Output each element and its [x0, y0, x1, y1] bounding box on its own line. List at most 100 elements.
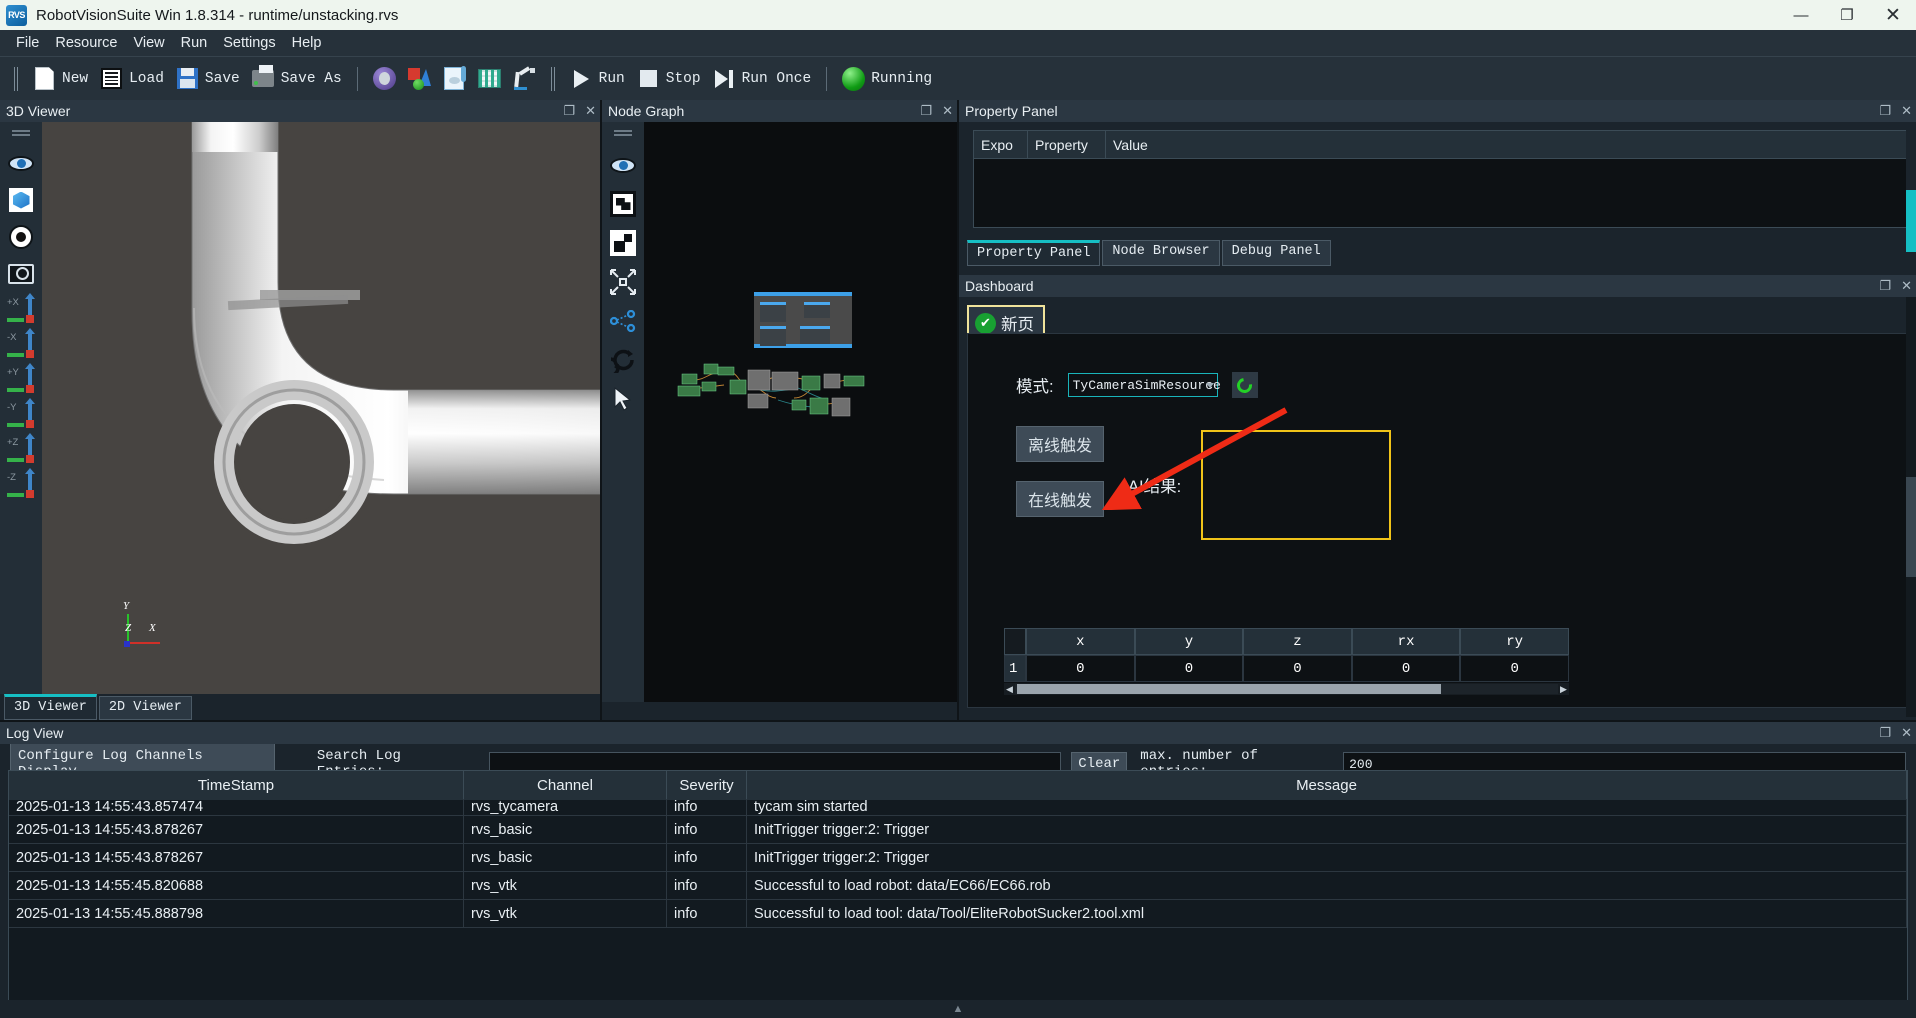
menu-settings[interactable]: Settings: [215, 33, 283, 53]
inspect-button[interactable]: [367, 60, 402, 98]
run-once-button[interactable]: Run Once: [707, 60, 818, 98]
ai-result-box[interactable]: [1201, 430, 1392, 540]
stop-button[interactable]: Stop: [631, 60, 707, 98]
save-button[interactable]: Save: [170, 60, 246, 98]
nodegraph-cursor-icon[interactable]: [609, 385, 637, 413]
viewer3d-canvas[interactable]: Y X Z: [42, 122, 600, 694]
property-col-property[interactable]: Property: [1028, 131, 1106, 159]
view-minus-z-icon[interactable]: -Z: [6, 468, 36, 498]
panel-property-close-icon[interactable]: ✕: [1901, 103, 1912, 119]
viewer3d-toolbar-grip[interactable]: [12, 130, 30, 136]
offline-trigger-button[interactable]: 离线触发: [1016, 426, 1105, 462]
panel-log-restore-icon[interactable]: ❐: [1879, 725, 1891, 741]
menu-view[interactable]: View: [125, 33, 172, 53]
tab-property-panel[interactable]: Property Panel: [967, 240, 1101, 266]
nodegraph-group-icon[interactable]: [609, 229, 637, 257]
run-button[interactable]: Run: [564, 60, 631, 98]
nodegraph-select-icon[interactable]: [609, 190, 637, 218]
pose-scroll-track[interactable]: [1015, 684, 1558, 694]
tab-3d-viewer[interactable]: 3D Viewer: [4, 694, 97, 720]
view-plus-z-icon[interactable]: +Z: [6, 433, 36, 463]
table-row[interactable]: 2025-01-13 14:55:45.888798 rvs_vtk info …: [9, 900, 1907, 928]
pose-col-ry[interactable]: ry: [1460, 628, 1569, 655]
new-button[interactable]: New: [27, 60, 94, 98]
pose-col-x[interactable]: x: [1026, 628, 1135, 655]
pose-table[interactable]: x y z rx ry 1 0 0 0 0 0 ◀ ▶: [1004, 628, 1569, 695]
view-plus-y-icon[interactable]: +Y: [6, 363, 36, 393]
dashboard-scrollbar[interactable]: [1906, 297, 1916, 717]
log-col-message[interactable]: Message: [747, 771, 1907, 800]
panel-3d-close-icon[interactable]: ✕: [585, 103, 596, 119]
pose-cell-ry[interactable]: 0: [1460, 655, 1569, 682]
table-button[interactable]: [472, 60, 507, 98]
panel-log-close-icon[interactable]: ✕: [1901, 725, 1912, 741]
nodegraph-minimap[interactable]: [754, 292, 852, 348]
nodegraph-eye-icon[interactable]: [609, 151, 637, 179]
property-panel-scrollbar[interactable]: [1906, 126, 1916, 256]
view-minus-x-icon[interactable]: -X: [6, 328, 36, 358]
nodegraph-node-network[interactable]: [674, 352, 874, 422]
log-table[interactable]: TimeStamp Channel Severity Message 2025-…: [8, 770, 1908, 1010]
nodegraph-canvas[interactable]: [644, 122, 957, 702]
table-row[interactable]: 2025-01-13 14:55:45.820688 rvs_vtk info …: [9, 872, 1907, 900]
panel-ng-close-icon[interactable]: ✕: [942, 103, 953, 119]
panel-3d-restore-icon[interactable]: ❐: [563, 103, 575, 119]
menu-resource[interactable]: Resource: [47, 33, 125, 53]
mode-refresh-button[interactable]: [1231, 372, 1258, 398]
table-row[interactable]: 1 0 0 0 0 0: [1004, 655, 1569, 682]
nodegraph-toolbar-grip[interactable]: [614, 130, 632, 136]
property-col-expo[interactable]: Expo: [974, 131, 1028, 159]
property-panel-scroll-thumb[interactable]: [1906, 190, 1916, 252]
pose-cell-y[interactable]: 0: [1134, 655, 1244, 682]
pose-cell-x[interactable]: 0: [1026, 655, 1135, 682]
close-button[interactable]: ✕: [1870, 0, 1916, 30]
nodegraph-fit-icon[interactable]: [609, 268, 637, 296]
pose-col-z[interactable]: z: [1243, 628, 1352, 655]
panel-ng-restore-icon[interactable]: ❐: [920, 103, 932, 119]
shapes-button[interactable]: [402, 60, 437, 98]
tab-node-browser[interactable]: Node Browser: [1102, 240, 1220, 266]
panel-dashboard-restore-icon[interactable]: ❐: [1879, 278, 1891, 294]
screenshot-camera-icon[interactable]: [7, 260, 35, 288]
table-row[interactable]: 2025-01-13 14:55:43.878267 rvs_basic inf…: [9, 844, 1907, 872]
tab-2d-viewer[interactable]: 2D Viewer: [98, 696, 192, 720]
view-plus-x-icon[interactable]: +X: [6, 293, 36, 323]
log-col-timestamp[interactable]: TimeStamp: [9, 771, 464, 800]
cube-view-icon[interactable]: [7, 186, 35, 214]
log-col-severity[interactable]: Severity: [667, 771, 747, 800]
property-col-value[interactable]: Value: [1106, 131, 1907, 159]
pose-col-y[interactable]: y: [1134, 628, 1244, 655]
menu-help[interactable]: Help: [284, 33, 330, 53]
view-minus-y-icon[interactable]: -Y: [6, 398, 36, 428]
scroll-left-icon[interactable]: ◀: [1004, 684, 1015, 695]
panel-property-restore-icon[interactable]: ❐: [1879, 103, 1891, 119]
robot-button[interactable]: [507, 60, 542, 98]
document-button[interactable]: [437, 60, 472, 98]
pose-table-hscrollbar[interactable]: ◀ ▶: [1004, 683, 1569, 695]
menu-run[interactable]: Run: [173, 33, 216, 53]
menu-file[interactable]: File: [8, 33, 47, 53]
panel-dashboard-controls: ❐ ✕: [1879, 275, 1912, 297]
nodegraph-refresh-icon[interactable]: [609, 346, 637, 374]
table-row[interactable]: 2025-01-13 14:55:43.857474 rvs_tycamera …: [9, 799, 1907, 816]
visibility-eye-icon[interactable]: [7, 149, 35, 177]
table-row[interactable]: 2025-01-13 14:55:43.878267 rvs_basic inf…: [9, 816, 1907, 844]
tab-debug-panel[interactable]: Debug Panel: [1221, 240, 1331, 266]
target-center-icon[interactable]: [7, 223, 35, 251]
window-title: RobotVisionSuite Win 1.8.314 - runtime/u…: [36, 6, 399, 24]
dashboard-scroll-thumb[interactable]: [1906, 477, 1916, 577]
log-col-channel[interactable]: Channel: [464, 771, 667, 800]
panel-dashboard-close-icon[interactable]: ✕: [1901, 278, 1912, 294]
save-as-button[interactable]: Save As: [246, 60, 348, 98]
scroll-right-icon[interactable]: ▶: [1558, 684, 1569, 695]
maximize-button[interactable]: ❐: [1824, 0, 1870, 30]
minimize-button[interactable]: —: [1778, 0, 1824, 30]
online-trigger-button[interactable]: 在线触发: [1016, 481, 1105, 517]
pose-cell-rx[interactable]: 0: [1351, 655, 1461, 682]
mode-select[interactable]: TyCameraSimResource: [1067, 373, 1221, 397]
load-button[interactable]: Load: [94, 60, 170, 98]
property-table[interactable]: Expo Property Value: [973, 130, 1908, 228]
pose-col-rx[interactable]: rx: [1351, 628, 1461, 655]
pose-cell-z[interactable]: 0: [1243, 655, 1352, 682]
nodegraph-share-icon[interactable]: [609, 307, 637, 335]
